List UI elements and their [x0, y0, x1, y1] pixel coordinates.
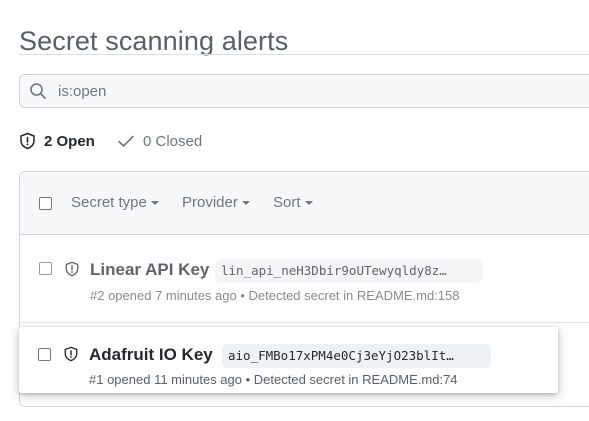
provider-filter-button[interactable]: Provider: [182, 194, 250, 211]
caret-down-icon: [241, 201, 250, 205]
select-all-checkbox[interactable]: [39, 197, 52, 210]
alert-row-highlighted: Adafruit IO Key aio_FMBo17xPM4e0Cj3eYjO2…: [19, 327, 558, 393]
alert-meta: #2 opened 7 minutes ago • Detected secre…: [90, 288, 460, 303]
search-icon: [30, 83, 46, 99]
search-box[interactable]: [19, 74, 589, 108]
tab-open-label: 2 Open: [44, 132, 95, 150]
alert-row: Linear API Key lin_api_neH3Dbir9oUTewyql…: [20, 235, 589, 323]
caret-down-icon: [304, 201, 313, 205]
secret-type-filter-label: Secret type: [71, 194, 147, 211]
tab-closed[interactable]: 0 Closed: [117, 130, 202, 152]
check-icon: [118, 135, 134, 147]
tab-open[interactable]: 2 Open: [19, 130, 95, 152]
sort-label: Sort: [273, 194, 301, 211]
alert-title-link[interactable]: Linear API Key: [90, 260, 209, 280]
alert-checkbox[interactable]: [39, 262, 52, 275]
tab-closed-label: 0 Closed: [143, 132, 203, 150]
alert-title-link[interactable]: Adafruit IO Key: [89, 345, 213, 365]
secret-type-filter-button[interactable]: Secret type: [71, 194, 159, 211]
secret-token: lin_api_neH3Dbir9oUTewyqldy8z…: [215, 259, 483, 283]
shield-icon: [20, 132, 35, 150]
provider-filter-label: Provider: [182, 194, 238, 211]
caret-down-icon: [150, 201, 159, 205]
sort-button[interactable]: Sort: [273, 194, 313, 211]
alert-checkbox[interactable]: [38, 348, 51, 361]
page-title: Secret scanning alerts: [19, 26, 289, 57]
alerts-list-header: Secret type Provider Sort: [20, 172, 589, 235]
alert-meta: #1 opened 11 minutes ago • Detected secr…: [89, 372, 458, 387]
search-input[interactable]: [58, 81, 578, 101]
shield-icon: [65, 261, 79, 277]
secret-token: aio_FMBo17xPM4e0Cj3eYjO23blIt…: [222, 344, 491, 368]
title-divider: [19, 54, 589, 55]
shield-icon: [64, 346, 78, 362]
